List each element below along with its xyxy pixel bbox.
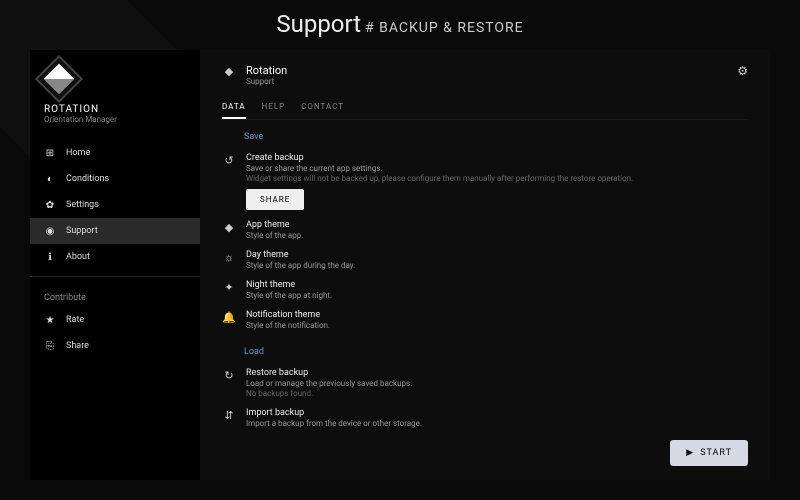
section-label-save: Save <box>244 132 748 142</box>
sidebar-item-home[interactable]: ⊞ Home <box>30 140 200 166</box>
setting-note: No backups found. <box>246 389 748 398</box>
palette-icon: ◆ <box>222 221 236 234</box>
play-icon: ▶ <box>686 448 694 458</box>
brand-title: ROTATION <box>44 104 186 115</box>
support-icon: ◉ <box>44 225 56 237</box>
nav-section-contribute: Contribute <box>30 283 200 307</box>
sidebar-item-label: Conditions <box>66 174 109 184</box>
start-button[interactable]: ▶ START <box>670 440 748 466</box>
share-icon: ⎘ <box>44 340 56 352</box>
section-label-load: Load <box>244 347 748 357</box>
star-icon: ★ <box>44 314 56 326</box>
setting-title: Import backup <box>246 408 748 418</box>
setting-desc: Style of the app. <box>246 231 748 240</box>
setting-title: Notification theme <box>246 310 748 320</box>
bell-icon: 🔔 <box>222 311 236 324</box>
brand-block: ROTATION Orientation Manager <box>30 50 200 132</box>
setting-import-backup[interactable]: ⇵ Import backup Import a backup from the… <box>222 403 748 433</box>
conditions-icon: ◐ <box>44 173 56 185</box>
sun-icon: ☼ <box>222 251 236 264</box>
setting-day-theme[interactable]: ☼ Day theme Style of the app during the … <box>222 245 748 275</box>
tab-help[interactable]: HELP <box>262 96 286 119</box>
setting-app-theme[interactable]: ◆ App theme Style of the app. <box>222 215 748 245</box>
setting-desc: Style of the notification. <box>246 321 748 330</box>
settings-button[interactable]: ⚙ <box>737 64 748 78</box>
sidebar-item-support[interactable]: ◉ Support <box>30 218 200 244</box>
gear-icon: ✿ <box>44 199 56 211</box>
main-panel: ◆ Rotation Support ⚙ DATA HELP CONTACT S… <box>200 50 770 480</box>
setting-title: Create backup <box>246 153 748 163</box>
sidebar-item-conditions[interactable]: ◐ Conditions <box>30 166 200 192</box>
sidebar-item-share[interactable]: ⎘ Share <box>30 333 200 359</box>
setting-title: Night theme <box>246 280 748 290</box>
page-header: Support # BACKUP & RESTORE <box>0 0 800 50</box>
sidebar-item-label: About <box>66 252 90 262</box>
tabs: DATA HELP CONTACT <box>222 96 748 120</box>
tab-contact[interactable]: CONTACT <box>301 96 344 119</box>
moon-icon: ✦ <box>222 281 236 294</box>
brand-subtitle: Orientation Manager <box>44 115 186 124</box>
setting-night-theme[interactable]: ✦ Night theme Style of the app at night. <box>222 275 748 305</box>
setting-desc: Style of the app at night. <box>246 291 748 300</box>
sidebar-item-label: Rate <box>66 315 84 325</box>
setting-desc: Import a backup from the device or other… <box>246 419 748 428</box>
import-icon: ⇵ <box>222 409 236 422</box>
start-label: START <box>700 448 732 458</box>
main-subtitle: Support <box>246 77 287 86</box>
setting-desc: Style of the app during the day. <box>246 261 748 270</box>
setting-title: App theme <box>246 220 748 230</box>
dashboard-icon: ⊞ <box>44 147 56 159</box>
restore-icon: ↻ <box>222 369 236 382</box>
setting-note: Widget settings will not be backed up, p… <box>246 174 748 183</box>
setting-notification-theme[interactable]: 🔔 Notification theme Style of the notifi… <box>222 305 748 335</box>
nav-primary: ⊞ Home ◐ Conditions ✿ Settings ◉ Support… <box>30 140 200 270</box>
app-window: ROTATION Orientation Manager ⊞ Home ◐ Co… <box>30 50 770 480</box>
sidebar-item-label: Settings <box>66 200 99 210</box>
main-header: ◆ Rotation Support <box>222 64 748 86</box>
main-title: Rotation <box>246 64 287 77</box>
sidebar-item-label: Home <box>66 148 90 158</box>
divider <box>30 276 200 277</box>
page-subtitle: # BACKUP & RESTORE <box>365 20 524 36</box>
gear-icon: ⚙ <box>737 64 748 78</box>
setting-create-backup[interactable]: ↺ Create backup Save or share the curren… <box>222 148 748 215</box>
history-icon: ↺ <box>222 154 236 167</box>
rotation-icon: ◆ <box>222 65 236 78</box>
sidebar-item-about[interactable]: ℹ About <box>30 244 200 270</box>
info-icon: ℹ <box>44 251 56 263</box>
setting-desc: Load or manage the previously saved back… <box>246 379 748 388</box>
share-button[interactable]: SHARE <box>246 189 304 210</box>
sidebar-item-settings[interactable]: ✿ Settings <box>30 192 200 218</box>
setting-title: Day theme <box>246 250 748 260</box>
setting-title: Restore backup <box>246 368 748 378</box>
sidebar-item-rate[interactable]: ★ Rate <box>30 307 200 333</box>
app-logo-icon <box>38 58 80 100</box>
sidebar: ROTATION Orientation Manager ⊞ Home ◐ Co… <box>30 50 200 480</box>
setting-restore-backup[interactable]: ↻ Restore backup Load or manage the prev… <box>222 363 748 403</box>
page-title: Support <box>276 10 361 38</box>
sidebar-item-label: Support <box>66 226 98 236</box>
setting-desc: Save or share the current app settings. <box>246 164 748 173</box>
sidebar-item-label: Share <box>66 341 89 351</box>
tab-data[interactable]: DATA <box>222 96 246 119</box>
